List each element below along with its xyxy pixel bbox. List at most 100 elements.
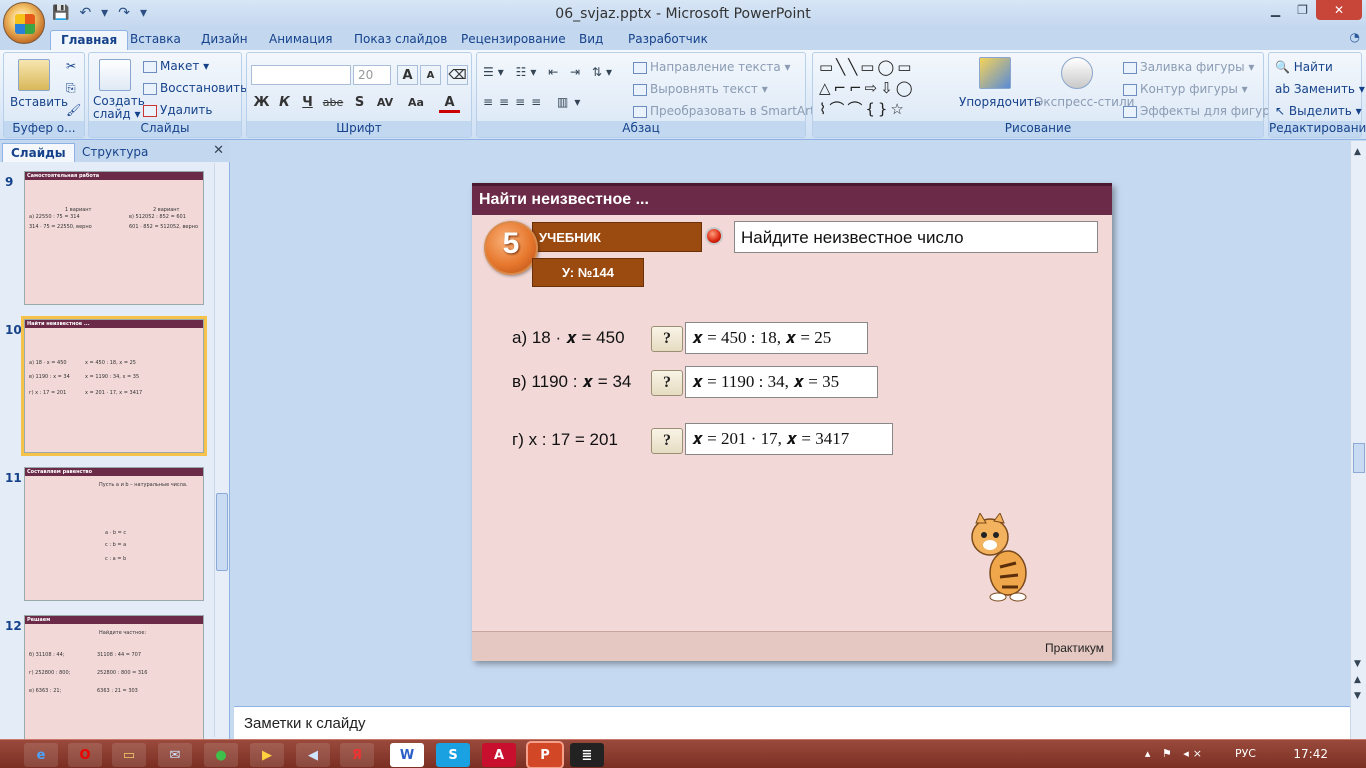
tab-slides[interactable]: Слайды — [2, 143, 75, 162]
scrollbar-thumb[interactable] — [216, 493, 228, 571]
new-slide-button[interactable]: Создать слайд ▾ — [93, 95, 145, 121]
clock[interactable]: 17:42 — [1293, 747, 1328, 761]
layout-button[interactable]: Макет ▾ — [143, 59, 209, 73]
shadow-button[interactable]: S — [349, 93, 370, 113]
arrange-icon[interactable] — [979, 57, 1011, 89]
editor-scrollbar[interactable]: ▲ ▼ ▲ ▼ — [1350, 141, 1366, 739]
ie-icon[interactable]: e — [24, 743, 58, 767]
speaker-app-icon[interactable]: ◀ — [296, 743, 330, 767]
shape-fill-button[interactable]: Заливка фигуры ▾ — [1123, 60, 1254, 74]
copy-icon[interactable]: ⎘ — [66, 81, 76, 96]
find-button[interactable]: 🔍 Найти — [1275, 60, 1333, 74]
pane-scrollbar[interactable] — [214, 163, 228, 737]
pdf-icon[interactable]: A — [482, 743, 516, 767]
spacing-button[interactable]: AV — [372, 93, 398, 113]
help-icon[interactable]: ◔ — [1350, 30, 1360, 44]
scrollbar-thumb[interactable] — [1353, 443, 1365, 473]
opera-icon[interactable]: O — [68, 743, 102, 767]
text-direction-button[interactable]: Направление текста ▾ — [633, 60, 791, 74]
hint-button[interactable]: ? — [651, 370, 683, 396]
strike-button[interactable]: abe — [320, 93, 346, 113]
thumbnail-title: Самостоятельная работа — [25, 172, 203, 180]
word-icon[interactable]: W — [390, 743, 424, 767]
close-icon[interactable]: ✕ — [1316, 0, 1362, 20]
tab-insert[interactable]: Вставка — [120, 30, 191, 50]
cut-icon[interactable]: ✂ — [66, 59, 76, 73]
scroll-up-icon[interactable]: ▲ — [1354, 147, 1361, 157]
shape-effects-button[interactable]: Эффекты для фигур ▾ — [1123, 104, 1280, 118]
effects-icon — [1123, 105, 1137, 118]
restore-icon[interactable]: ❐ — [1289, 0, 1316, 20]
chat-icon[interactable]: ● — [204, 743, 238, 767]
select-button[interactable]: ↖ Выделить ▾ — [1275, 104, 1362, 118]
shrink-font-icon[interactable]: A — [420, 65, 441, 85]
font-name-combo[interactable] — [251, 65, 351, 85]
notes-pane[interactable]: Заметки к слайду — [234, 706, 1350, 739]
language-indicator[interactable]: РУС — [1235, 747, 1256, 760]
tab-outline[interactable]: Структура — [74, 143, 156, 162]
group-clipboard: Вставить ✂ ⎘ 🖌 Буфер о... — [3, 52, 85, 138]
yandex-icon[interactable]: Я — [340, 743, 374, 767]
shape-outline-button[interactable]: Контур фигуры ▾ — [1123, 82, 1248, 96]
archive-icon[interactable]: ≣ — [570, 743, 604, 767]
align-text-button[interactable]: Выровнять текст ▾ — [633, 82, 768, 96]
clear-format-icon[interactable]: ⌫ — [447, 65, 468, 85]
smartart-icon — [633, 105, 647, 118]
underline-button[interactable]: Ч — [297, 93, 318, 113]
red-button-icon[interactable] — [705, 227, 723, 245]
answer-c: 𝒙 = 201 · 17, 𝒙 = 3417 — [685, 423, 893, 455]
align-buttons[interactable]: ≡≡≡≡ ▥▾ — [483, 95, 586, 109]
next-slide-icon[interactable]: ▼ — [1354, 691, 1361, 701]
tab-home[interactable]: Главная — [50, 30, 129, 50]
reset-button[interactable]: Восстановить — [143, 81, 247, 95]
paste-icon[interactable] — [18, 59, 50, 91]
hint-button[interactable]: ? — [651, 326, 683, 352]
folder-icon[interactable]: ▭ — [112, 743, 146, 767]
replace-button[interactable]: ab Заменить ▾ — [1275, 82, 1365, 96]
scroll-down-icon[interactable]: ▼ — [1354, 659, 1361, 669]
arrange-button[interactable]: Упорядочить — [959, 95, 1041, 109]
prev-slide-icon[interactable]: ▲ — [1354, 675, 1361, 685]
thumbnail-text: 2 вариант — [153, 207, 180, 213]
font-color-button[interactable]: A — [439, 93, 460, 113]
tab-view[interactable]: Вид — [569, 30, 613, 50]
slide-thumbnail[interactable]: Самостоятельная работа 1 вариант 2 вариа… — [24, 171, 204, 305]
thumbnail-text: а) 18 · x = 450 — [29, 360, 67, 366]
bold-button[interactable]: Ж — [251, 93, 272, 113]
thumbnail-title: Решаем — [25, 616, 203, 624]
slide-thumbnail[interactable]: Решаем Найдите частное: б) 31108 : 44; г… — [24, 615, 204, 749]
quick-styles-icon[interactable] — [1061, 57, 1093, 89]
minimize-icon[interactable]: ▁ — [1262, 0, 1289, 20]
thumbnail-text: 314 · 75 = 22550, верно — [29, 224, 92, 230]
quick-styles-button[interactable]: Экспресс-стили — [1035, 95, 1134, 109]
italic-button[interactable]: К — [274, 93, 295, 113]
skype-icon[interactable]: S — [436, 743, 470, 767]
shapes-gallery[interactable]: ▭╲╲▭◯▭ △⌐⌐⇨⇩◯ ⌇⌒⌒{}☆ — [819, 57, 941, 118]
new-slide-icon[interactable] — [99, 59, 131, 91]
office-button[interactable] — [3, 2, 45, 44]
paste-button[interactable]: Вставить — [10, 95, 68, 109]
mail-icon[interactable]: ✉ — [158, 743, 192, 767]
tray-icons[interactable]: ▴ ⚑ ◂× — [1145, 747, 1206, 760]
format-painter-icon[interactable]: 🖌 — [66, 103, 81, 117]
change-case-button[interactable]: Aa — [403, 93, 429, 113]
slide-thumbnail[interactable]: Составляем равенство Пусть a и b – натур… — [24, 467, 204, 601]
tab-developer[interactable]: Разработчик — [618, 30, 718, 50]
thumbnail-title: Найти неизвестное ... — [25, 320, 203, 328]
smartart-button[interactable]: Преобразовать в SmartArt ▾ — [633, 104, 825, 118]
tab-slideshow[interactable]: Показ слайдов — [344, 30, 457, 50]
slide-canvas[interactable]: Найти неизвестное ... УЧЕБНИК 5 У: №144 … — [472, 183, 1112, 661]
tab-design[interactable]: Дизайн — [191, 30, 258, 50]
delete-slide-button[interactable]: Удалить — [143, 103, 213, 117]
notes-placeholder: Заметки к слайду — [244, 715, 366, 732]
powerpoint-icon[interactable]: P — [528, 743, 562, 767]
list-buttons[interactable]: ☰▾ ☷▾ ⇤ ⇥ ⇅▾ — [483, 65, 616, 79]
media-icon[interactable]: ▶ — [250, 743, 284, 767]
font-size-combo[interactable]: 20 — [353, 65, 391, 85]
hint-button[interactable]: ? — [651, 428, 683, 454]
tab-review[interactable]: Рецензирование — [451, 30, 576, 50]
pane-close-icon[interactable]: ✕ — [213, 143, 224, 158]
tab-animation[interactable]: Анимация — [259, 30, 342, 50]
slide-thumbnail-selected[interactable]: Найти неизвестное ... а) 18 · x = 450 в)… — [24, 319, 204, 453]
grow-font-icon[interactable]: A — [397, 65, 418, 85]
